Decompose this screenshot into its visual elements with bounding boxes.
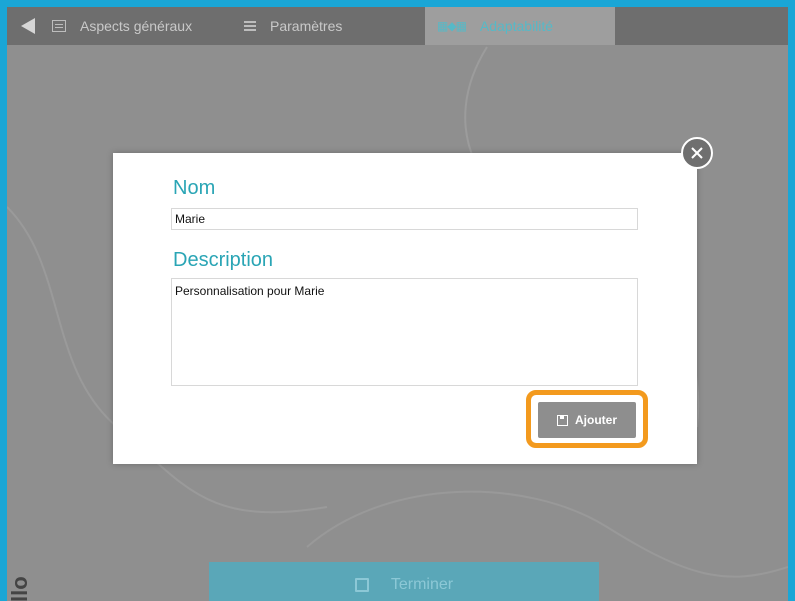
close-icon (691, 147, 703, 159)
tab-general-aspects[interactable]: Aspects généraux (52, 7, 192, 45)
back-button[interactable] (13, 7, 43, 45)
save-icon (354, 578, 369, 592)
description-label: Description (173, 249, 274, 271)
adaptability-icon: ▦◆▦ (437, 19, 467, 33)
tab-label: Aspects généraux (80, 18, 193, 34)
name-field[interactable]: Marie (171, 208, 638, 230)
side-label: llo (7, 576, 32, 601)
back-arrow-icon (21, 18, 35, 34)
name-label: Nom (173, 177, 216, 199)
tab-label: Adaptabilité (479, 18, 554, 34)
top-navigation-bar: Aspects généraux Paramètres ▦◆▦ Adaptabi… (7, 7, 788, 45)
list-icon (244, 20, 256, 32)
tab-parameters[interactable]: Paramètres (244, 7, 342, 45)
description-field[interactable]: Personnalisation pour Marie (171, 278, 638, 386)
finish-button-label: Terminer (390, 576, 454, 593)
save-icon (557, 414, 568, 426)
grid-icon (52, 20, 66, 32)
finish-button[interactable]: Terminer (209, 562, 599, 601)
tab-adaptability[interactable]: ▦◆▦ Adaptabilité (425, 7, 615, 45)
add-button-label: Ajouter (575, 413, 617, 427)
add-button[interactable]: Ajouter (538, 402, 636, 438)
tab-label: Paramètres (270, 18, 343, 34)
close-dialog-button[interactable] (681, 137, 713, 169)
